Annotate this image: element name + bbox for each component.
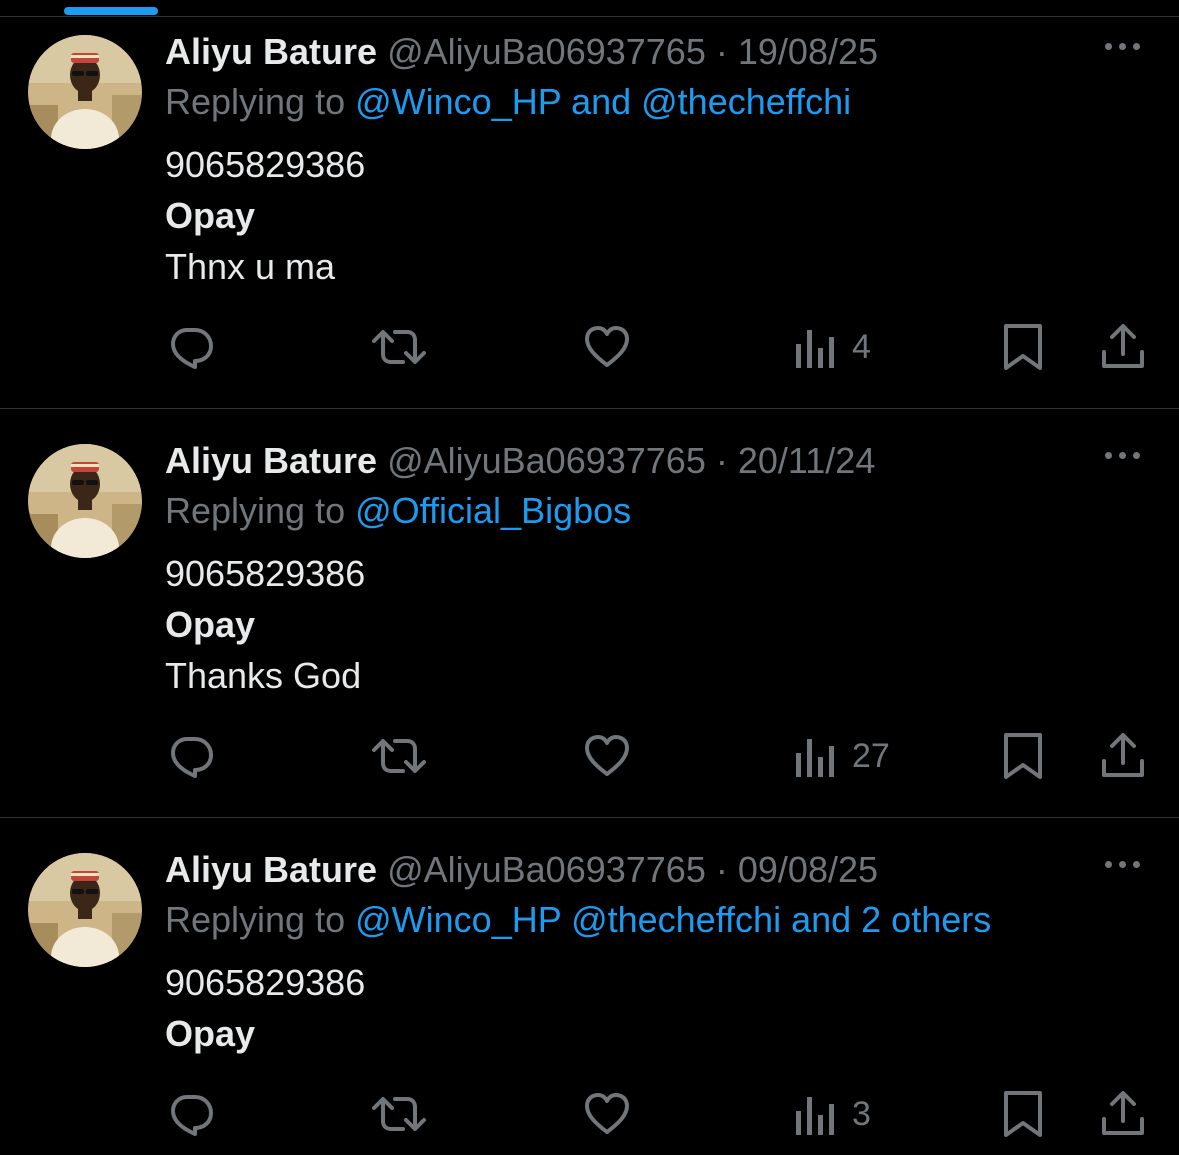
reply-button[interactable] bbox=[166, 731, 216, 781]
bank-name: Opay bbox=[165, 604, 256, 645]
views-count: 3 bbox=[852, 1094, 871, 1133]
replying-to-link[interactable]: @Winco_HP @thecheffchi and 2 others bbox=[355, 899, 991, 940]
views-count: 4 bbox=[852, 327, 871, 366]
bank-name: Opay bbox=[165, 1013, 256, 1054]
bookmark-icon bbox=[1004, 733, 1042, 779]
reply-icon bbox=[171, 328, 213, 369]
share-button[interactable] bbox=[1100, 731, 1146, 781]
share-button[interactable] bbox=[1100, 322, 1146, 372]
action-bar: 4 bbox=[0, 322, 1179, 372]
like-button[interactable] bbox=[582, 731, 632, 781]
replying-prefix: Replying to bbox=[165, 490, 346, 531]
bookmark-icon bbox=[1004, 324, 1042, 370]
like-icon bbox=[585, 735, 629, 776]
like-icon bbox=[585, 1093, 629, 1134]
tweet-text: 9065829386 Opay bbox=[165, 957, 1179, 1059]
dot-separator: · bbox=[715, 31, 728, 72]
retweet-icon bbox=[372, 739, 426, 773]
like-icon bbox=[585, 326, 629, 367]
account-number: 9065829386 bbox=[165, 962, 366, 1003]
reply-button[interactable] bbox=[166, 322, 216, 372]
views-button[interactable]: 27 bbox=[794, 731, 890, 781]
bank-name: Opay bbox=[165, 195, 256, 236]
message-line: Thanks God bbox=[165, 655, 362, 696]
tweet-1[interactable]: Aliyu Bature @AliyuBa06937765 · 19/08/25… bbox=[0, 17, 1179, 409]
account-number: 9065829386 bbox=[165, 553, 366, 594]
tweet-date[interactable]: 09/08/25 bbox=[738, 849, 878, 890]
replying-to-link[interactable]: @Winco_HP and @thecheffchi bbox=[355, 81, 851, 122]
more-options-icon[interactable] bbox=[1101, 450, 1145, 460]
avatar[interactable] bbox=[28, 444, 142, 558]
divider bbox=[0, 817, 1179, 818]
share-button[interactable] bbox=[1100, 1089, 1146, 1139]
dot-separator: · bbox=[715, 849, 728, 890]
retweet-icon bbox=[372, 1097, 426, 1131]
share-icon bbox=[1102, 1091, 1144, 1135]
message-line: Thnx u ma bbox=[165, 246, 336, 287]
replying-to-link[interactable]: @Official_Bigbos bbox=[355, 490, 631, 531]
bookmark-button[interactable] bbox=[1000, 322, 1046, 372]
bookmark-button[interactable] bbox=[1000, 1089, 1046, 1139]
replying-prefix: Replying to bbox=[165, 899, 346, 940]
author-name[interactable]: Aliyu Bature bbox=[165, 440, 377, 481]
account-number: 9065829386 bbox=[165, 144, 366, 185]
share-icon bbox=[1102, 733, 1144, 777]
views-icon bbox=[796, 1097, 834, 1135]
views-button[interactable]: 4 bbox=[794, 322, 871, 372]
author-handle[interactable]: @AliyuBa06937765 bbox=[387, 849, 706, 890]
retweet-button[interactable] bbox=[370, 322, 428, 372]
retweet-icon bbox=[372, 330, 426, 364]
bookmark-icon bbox=[1004, 1091, 1042, 1137]
reply-icon bbox=[171, 737, 213, 778]
tweet-text: 9065829386 Opay Thnx u ma bbox=[165, 139, 1179, 292]
bookmark-button[interactable] bbox=[1000, 731, 1046, 781]
like-button[interactable] bbox=[582, 1089, 632, 1139]
more-options-icon[interactable] bbox=[1101, 859, 1145, 869]
views-icon bbox=[796, 330, 834, 368]
reply-icon bbox=[171, 1095, 213, 1136]
author-name[interactable]: Aliyu Bature bbox=[165, 31, 377, 72]
reply-button[interactable] bbox=[166, 1089, 216, 1139]
more-options-icon[interactable] bbox=[1101, 41, 1145, 51]
views-button[interactable]: 3 bbox=[794, 1089, 871, 1139]
retweet-button[interactable] bbox=[370, 1089, 428, 1139]
views-icon bbox=[796, 739, 834, 777]
author-name[interactable]: Aliyu Bature bbox=[165, 849, 377, 890]
views-count: 27 bbox=[852, 736, 890, 775]
tweet-3[interactable]: Aliyu Bature @AliyuBa06937765 · 09/08/25… bbox=[0, 819, 1179, 1155]
action-bar: 3 bbox=[0, 1089, 1179, 1139]
avatar[interactable] bbox=[28, 35, 142, 149]
author-handle[interactable]: @AliyuBa06937765 bbox=[387, 440, 706, 481]
tweet-text: 9065829386 Opay Thanks God bbox=[165, 548, 1179, 701]
tweet-date[interactable]: 20/11/24 bbox=[738, 440, 875, 481]
retweet-button[interactable] bbox=[370, 731, 428, 781]
avatar[interactable] bbox=[28, 853, 142, 967]
author-handle[interactable]: @AliyuBa06937765 bbox=[387, 31, 706, 72]
action-bar: 27 bbox=[0, 731, 1179, 781]
tab-indicator bbox=[64, 7, 158, 15]
tweet-date[interactable]: 19/08/25 bbox=[738, 31, 878, 72]
share-icon bbox=[1102, 324, 1144, 368]
tweet-2[interactable]: Aliyu Bature @AliyuBa06937765 · 20/11/24… bbox=[0, 410, 1179, 818]
dot-separator: · bbox=[715, 440, 728, 481]
replying-prefix: Replying to bbox=[165, 81, 346, 122]
like-button[interactable] bbox=[582, 322, 632, 372]
divider bbox=[0, 408, 1179, 409]
